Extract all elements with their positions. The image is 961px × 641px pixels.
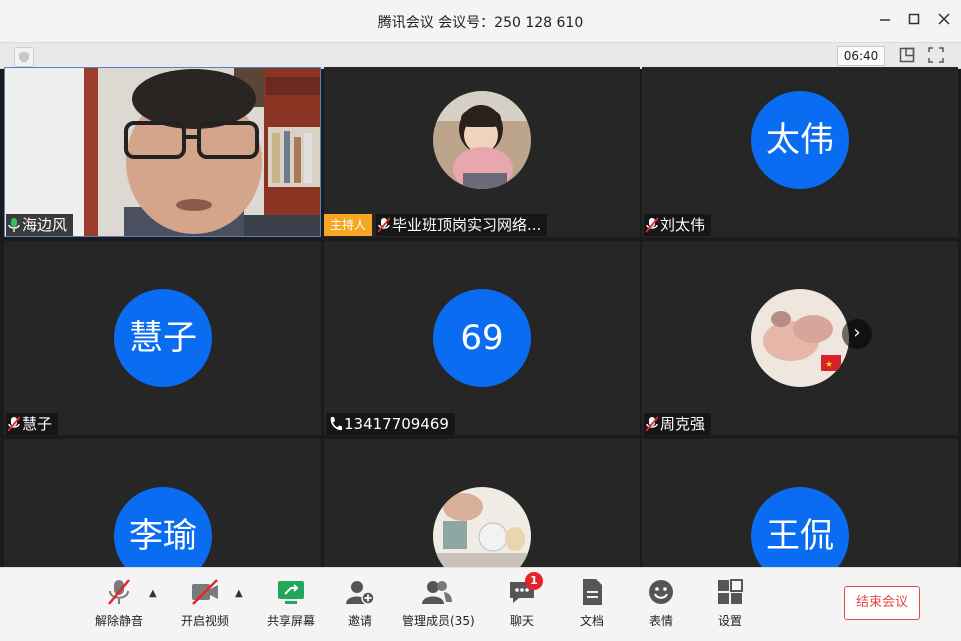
mic-muted-icon [7, 416, 21, 435]
manage-members-label: 管理成员(35) [402, 614, 475, 628]
video-off-icon [190, 578, 220, 606]
maximize-button[interactable] [903, 10, 925, 32]
participant-tile[interactable]: ★ › 周克强 [642, 241, 958, 435]
participant-photo [433, 91, 531, 189]
svg-text:★: ★ [825, 360, 833, 370]
participant-tile[interactable]: 李瑜 [4, 439, 321, 567]
audio-options-caret-icon[interactable]: ▲ [149, 588, 157, 599]
participant-nametag: 刘太伟 [644, 214, 712, 237]
settings-button[interactable]: 设置 [710, 578, 750, 629]
participant-name: 海边风 [22, 216, 68, 234]
participant-photo: ★ [751, 289, 849, 387]
participant-tile[interactable]: 太伟 刘太伟 [642, 67, 958, 237]
close-icon [938, 13, 950, 25]
participant-grid: 海边风 主持人 毕业班顶岗实习网络... 太伟 刘太伟 慧子 慧子 69 134… [4, 67, 958, 567]
unmute-label: 解除静音 [94, 614, 143, 628]
settings-grid-icon [715, 578, 745, 606]
participant-name: 慧子 [22, 415, 53, 433]
minimize-button[interactable] [874, 10, 896, 32]
participant-tile-video[interactable]: 海边风 [4, 67, 321, 237]
start-video-label: 开启视频 [180, 614, 229, 628]
mic-muted-icon [645, 416, 659, 435]
settings-label: 设置 [717, 614, 742, 628]
phone-icon [328, 416, 342, 435]
mic-on-icon [8, 217, 20, 237]
invite-button[interactable]: 邀请 [340, 578, 380, 629]
avatar: 慧子 [114, 289, 212, 387]
window-title: 腾讯会议 会议号：250 128 610 [377, 15, 584, 31]
security-shield-icon[interactable] [14, 47, 34, 67]
end-meeting-button[interactable]: 结束会议 [844, 586, 920, 620]
participant-name: 13417709469 [344, 415, 449, 433]
fullscreen-icon[interactable] [928, 47, 944, 63]
avatar: 李瑜 [114, 487, 212, 567]
docs-label: 文档 [579, 614, 604, 628]
avatar: 太伟 [751, 91, 849, 189]
document-icon [577, 578, 607, 606]
participant-nametag: 海边风 [6, 214, 74, 237]
layout-toggle-icon[interactable] [899, 47, 915, 63]
participant-tile[interactable]: 慧子 慧子 [4, 241, 321, 435]
avatar: 69 [433, 289, 531, 387]
mic-muted-icon [104, 578, 134, 606]
participant-tile-host[interactable]: 主持人 毕业班顶岗实习网络... [324, 67, 640, 237]
participant-photo [433, 487, 531, 567]
participant-name: 刘太伟 [660, 216, 706, 234]
mic-muted-icon [645, 217, 659, 237]
video-options-caret-icon[interactable]: ▲ [235, 588, 243, 599]
participant-nametag: 13417709469 [326, 413, 455, 435]
unmute-button[interactable]: 解除静音 [92, 578, 146, 629]
chat-icon: 1 [507, 572, 543, 606]
camera-feed-image [4, 67, 321, 237]
emoji-label: 表情 [648, 614, 673, 628]
participant-name: 毕业班顶岗实习网络... [392, 216, 542, 234]
meeting-timer: 06:40 [837, 46, 885, 66]
participant-tile[interactable]: 王侃 [642, 439, 958, 567]
start-video-button[interactable]: 开启视频 [178, 578, 232, 629]
next-page-arrow-icon[interactable]: › [842, 319, 872, 349]
emoji-button[interactable]: 表情 [641, 578, 681, 629]
maximize-icon [908, 13, 920, 25]
participant-nametag: 慧子 [6, 413, 59, 435]
participant-tile[interactable] [324, 439, 640, 567]
meeting-toolbar: 解除静音 ▲ 开启视频 ▲ 共享屏幕 邀请 管理成员(35) 1 聊天 文档 表… [0, 567, 961, 641]
minimize-icon [880, 19, 890, 21]
share-screen-icon [276, 578, 306, 606]
invite-label: 邀请 [347, 614, 372, 628]
share-screen-label: 共享屏幕 [266, 614, 315, 628]
participant-nametag: 周克强 [644, 413, 712, 435]
close-button[interactable] [933, 10, 955, 32]
title-bar: 腾讯会议 会议号：250 128 610 [0, 0, 961, 42]
participant-tile-phone[interactable]: 69 13417709469 [324, 241, 640, 435]
participant-name: 周克强 [660, 415, 706, 433]
chat-button[interactable]: 1 聊天 [502, 572, 543, 629]
meeting-info-bar: 06:40 [0, 42, 961, 69]
participant-nametag: 毕业班顶岗实习网络... [376, 214, 548, 237]
unread-badge: 1 [525, 572, 543, 590]
mic-muted-icon [377, 217, 391, 237]
avatar: 王侃 [751, 487, 849, 567]
docs-button[interactable]: 文档 [572, 578, 612, 629]
smiley-icon [646, 578, 676, 606]
manage-members-button[interactable]: 管理成员(35) [402, 578, 475, 629]
share-screen-button[interactable]: 共享屏幕 [264, 578, 318, 629]
host-badge: 主持人 [324, 214, 373, 236]
chat-label: 聊天 [509, 614, 534, 628]
add-user-icon [345, 578, 375, 606]
members-icon [422, 578, 452, 606]
